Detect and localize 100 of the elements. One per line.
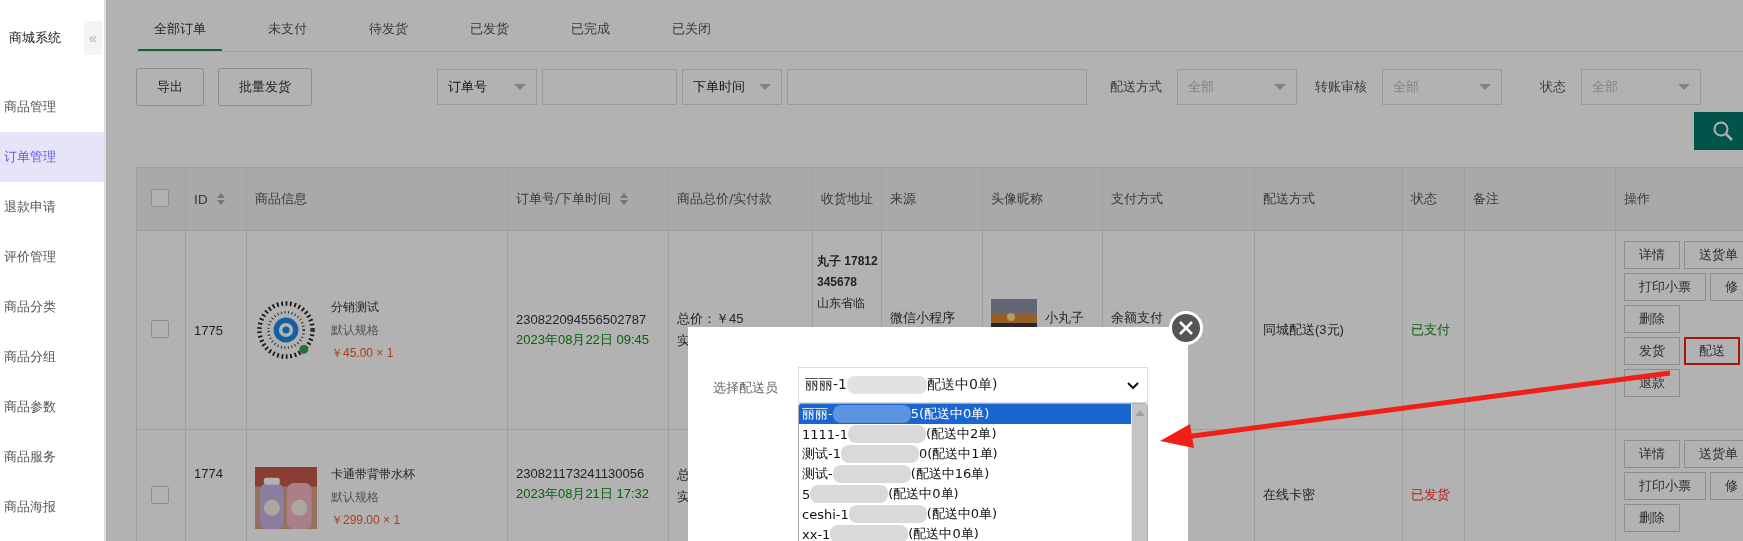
tab[interactable]: 未支付 — [252, 0, 323, 51]
batch-ship-button[interactable]: 批量发货 — [218, 68, 312, 106]
order-time: 2023年08月22日 09:45 — [516, 330, 650, 349]
action-button[interactable]: 删除 — [1624, 305, 1680, 333]
order-id: 1774 — [194, 466, 223, 481]
scrollbar[interactable] — [1131, 404, 1147, 541]
column-header: 操作 — [1624, 190, 1650, 208]
sidebar-item[interactable]: 商品海报 — [0, 482, 104, 532]
scroll-up-icon[interactable] — [1134, 410, 1145, 416]
action-button[interactable]: 修 — [1710, 273, 1743, 301]
option-text: 1111-1 — [802, 426, 849, 442]
option-text: 0(配送中1单) — [918, 445, 998, 463]
dropdown-option[interactable]: xx-1 (配送中0单) — [799, 524, 1131, 541]
option-text: (配送中16单) — [910, 465, 990, 483]
action-button[interactable]: 打印小票 — [1624, 273, 1706, 301]
total-price: 总价：￥45 — [677, 310, 745, 328]
tab[interactable]: 全部订单 — [138, 0, 222, 51]
option-text: ceshi-1 — [802, 506, 849, 522]
sort-icon[interactable] — [619, 192, 630, 206]
option-text: (配送中0单) — [926, 505, 998, 523]
payment-method: 余额支付 — [1111, 309, 1163, 327]
dropdown-option[interactable]: 丽丽- 5(配送中0单) — [799, 404, 1131, 424]
product-spec: 默认规格 — [331, 489, 380, 506]
sidebar-item[interactable]: 评价管理 — [0, 232, 104, 282]
sidebar-item[interactable]: 商品参数 — [0, 382, 104, 432]
column-header: 备注 — [1473, 190, 1499, 208]
courier-select[interactable]: 丽丽-1 配送中0单) — [798, 367, 1148, 403]
close-icon — [1178, 320, 1194, 336]
product-price: ￥45.00 × 1 — [331, 344, 394, 362]
dropdown-option[interactable]: ceshi-1 (配送中0单) — [799, 504, 1131, 524]
action-button[interactable]: 详情 — [1624, 241, 1680, 269]
dropdown-option[interactable]: 1111-1 (配送中2单) — [799, 424, 1131, 444]
sidebar-item[interactable]: 退款申请 — [0, 182, 104, 232]
field-label: 选择配送员 — [713, 379, 779, 397]
nickname: 小丸子 — [1045, 309, 1084, 327]
order-number: 230821173241130056 — [516, 466, 646, 481]
order-status: 已支付 — [1411, 322, 1450, 337]
column-header: 收货地址 — [821, 190, 873, 208]
column-header: 配送方式 — [1263, 190, 1315, 208]
product-name: 分销测试 — [331, 298, 380, 316]
column-header: 支付方式 — [1111, 190, 1163, 208]
option-text: 5(配送中0单) — [910, 405, 990, 423]
sidebar-item[interactable]: 商品服务 — [0, 432, 104, 482]
dropdown-option[interactable]: 5 (配送中0单) — [799, 484, 1131, 504]
column-header: 商品信息 — [255, 190, 307, 208]
option-text: 5 — [802, 486, 811, 502]
select-all-checkbox[interactable] — [151, 188, 169, 207]
sort-icon[interactable] — [215, 192, 226, 206]
search-field[interactable] — [542, 69, 677, 105]
product-price: ￥299.00 × 1 — [331, 512, 402, 529]
column-header: ID — [194, 191, 208, 207]
row-checkbox[interactable] — [151, 319, 169, 338]
option-text: (配送中2单) — [926, 425, 997, 443]
export-button[interactable]: 导出 — [136, 68, 204, 106]
filter-label: 配送方式 — [1110, 78, 1162, 96]
option-text: (配送中0单) — [888, 485, 959, 503]
tab[interactable]: 已发货 — [454, 0, 525, 51]
column-header: 商品总价/实付款 — [677, 190, 773, 208]
column-header: 头像昵称 — [991, 190, 1043, 208]
row-checkbox[interactable] — [151, 486, 169, 504]
column-header: 订单号/下单时间 — [516, 190, 612, 208]
delivery-method: 在线卡密 — [1263, 487, 1315, 502]
action-button[interactable]: 配送 — [1684, 337, 1740, 365]
option-text: xx-1 — [802, 526, 831, 541]
tab[interactable]: 已完成 — [555, 0, 626, 51]
order-time: 2023年08月21日 17:32 — [516, 485, 650, 503]
sidebar-item[interactable]: 商品分组 — [0, 332, 104, 382]
action-button[interactable]: 修 — [1710, 472, 1743, 500]
recipient: 丸子 17812345678 — [817, 253, 878, 291]
search-type-dropdown[interactable]: 订单号 — [437, 69, 537, 105]
action-button[interactable]: 详情 — [1624, 440, 1680, 468]
delivery-method: 同城配送(3元) — [1263, 322, 1344, 337]
product-spec: 默认规格 — [331, 321, 380, 339]
action-button[interactable]: 发货 — [1624, 337, 1680, 365]
sidebar-item[interactable]: 商品分类 — [0, 282, 104, 332]
search-button[interactable] — [1694, 112, 1743, 150]
total-price: 总 — [677, 466, 691, 484]
action-button[interactable]: 删除 — [1624, 504, 1680, 532]
sidebar-item[interactable]: 商品管理 — [0, 82, 104, 132]
app-title: 商城系统 — [8, 29, 61, 47]
chevron-icon — [1127, 382, 1139, 390]
dropdown-option[interactable]: 测试-1 0(配送中1单) — [799, 444, 1131, 464]
order-status: 已发货 — [1411, 487, 1450, 502]
action-button[interactable]: 送货单 — [1684, 241, 1743, 269]
column-header: 来源 — [890, 190, 916, 208]
option-text: 丽丽- — [802, 405, 833, 423]
action-button[interactable]: 送货单 — [1684, 440, 1743, 468]
option-text: 测试- — [802, 465, 833, 483]
tab[interactable]: 待发货 — [353, 0, 424, 51]
date-field[interactable] — [787, 69, 1087, 105]
action-button[interactable]: 打印小票 — [1624, 472, 1706, 500]
option-text: (配送中0单) — [908, 525, 979, 541]
time-type-dropdown[interactable]: 下单时间 — [682, 69, 782, 105]
dropdown-option[interactable]: 测试- (配送中16单) — [799, 464, 1131, 484]
tab[interactable]: 已关闭 — [656, 0, 727, 51]
filter-label: 转账审核 — [1315, 78, 1367, 96]
sidebar-item[interactable]: 订单管理 — [0, 132, 104, 182]
order-source: 微信小程序 — [890, 309, 955, 327]
search-icon — [1711, 120, 1734, 142]
option-text: 测试-1 — [802, 445, 841, 463]
